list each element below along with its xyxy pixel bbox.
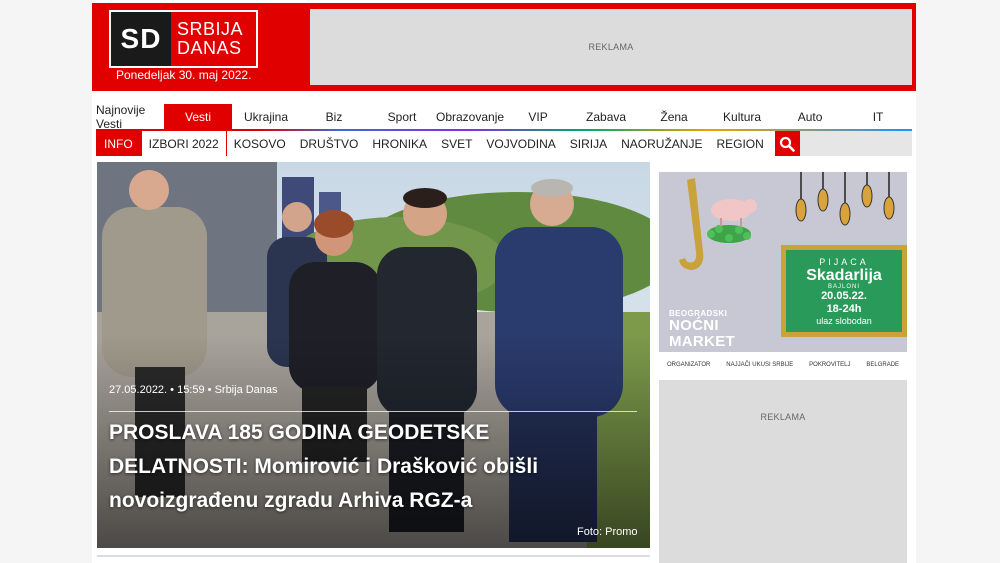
sponsor-name-1: NAJJAČI UKUSI SRBIJE	[726, 362, 794, 368]
promo-sponsor-strip: ORGANIZATOR NAJJAČI UKUSI SRBIJE POKROVI…	[659, 352, 907, 378]
promo-ad-banner[interactable]: BEOGRADSKI NOĆNI MARKET PIJACA Skadarlij…	[659, 172, 907, 378]
frame-entry-note: ulaz slobodan	[816, 315, 872, 326]
article-meta: 27.05.2022. • 15:59 • Srbija Danas	[109, 384, 278, 396]
subnav-item-svet[interactable]: SVET	[434, 131, 479, 156]
nav-item-najnovije-vesti[interactable]: Najnovije Vesti	[96, 103, 164, 131]
nav-item-sport[interactable]: Sport	[368, 104, 436, 129]
subnav-item-kosovo[interactable]: KOSOVO	[227, 131, 293, 156]
logo-word-1: SRBIJA	[177, 19, 244, 39]
sponsor-name-2: BELGRADE	[866, 362, 900, 368]
sidebar-ad[interactable]: REKLAMA	[659, 380, 907, 563]
search-input[interactable]	[799, 131, 912, 156]
nav-item-biz[interactable]: Biz	[300, 104, 368, 129]
site-logo[interactable]: SD SRBIJA DANAS	[109, 10, 258, 68]
frame-line-2: Skadarlija	[806, 266, 882, 284]
site-header: SD SRBIJA DANAS Ponedeljak 30. maj 2022.…	[92, 3, 916, 91]
nav-item-auto[interactable]: Auto	[776, 104, 844, 129]
subnav-item-sirija[interactable]: SIRIJA	[563, 131, 614, 156]
photo-credit: Foto: Promo	[577, 526, 638, 538]
ad-label: REKLAMA	[588, 42, 634, 52]
hanging-bulbs-icon	[795, 172, 895, 226]
subnav-item-hronika[interactable]: HRONIKA	[365, 131, 434, 156]
promo-title-line-1: NOĆNI	[669, 317, 719, 334]
current-date: Ponedeljak 30. maj 2022.	[116, 68, 252, 82]
sponsor-label-organizer: ORGANIZATOR	[666, 362, 711, 368]
article-divider	[109, 411, 637, 412]
subnav-item-drustvo[interactable]: DRUŠTVO	[293, 131, 366, 156]
promo-title-line-2: MARKET	[669, 333, 735, 350]
nav-item-zena[interactable]: Žena	[640, 104, 708, 129]
page-side-background-left	[0, 0, 92, 563]
subnav-item-izbori-2022[interactable]: IZBORI 2022	[140, 131, 227, 156]
subnav-item-info[interactable]: INFO	[96, 131, 141, 156]
nav-item-obrazovanje[interactable]: Obrazovanje	[436, 104, 504, 129]
secondary-nav: INFO IZBORI 2022 KOSOVO DRUŠTVO HRONIKA …	[96, 131, 912, 156]
nav-item-vip[interactable]: VIP	[504, 104, 572, 129]
page-side-background-right	[916, 0, 1000, 563]
nav-item-kultura[interactable]: Kultura	[708, 104, 776, 129]
article-title[interactable]: PROSLAVA 185 GODINA GEODETSKE DELATNOSTI…	[109, 416, 609, 518]
search-icon	[780, 136, 796, 152]
nav-item-zabava[interactable]: Zabava	[572, 104, 640, 129]
page-container: SD SRBIJA DANAS Ponedeljak 30. maj 2022.…	[92, 0, 916, 563]
frame-event-time: 18-24h	[826, 302, 862, 315]
nav-item-ukrajina[interactable]: Ukrajina	[232, 104, 300, 129]
search-button[interactable]	[774, 131, 800, 156]
nav-item-it[interactable]: IT	[844, 104, 912, 129]
logo-monogram: SD	[111, 12, 171, 66]
frame-event-date: 20.05.22.	[821, 289, 867, 302]
sponsor-label-patron: POKROVITELJ	[809, 362, 851, 368]
hero-article[interactable]: 27.05.2022. • 15:59 • Srbija Danas PROSL…	[97, 162, 650, 548]
nav-item-vesti[interactable]: Vesti	[164, 104, 232, 129]
promo-event-frame: PIJACA Skadarlija BAJLONI 20.05.22. 18-2…	[781, 245, 907, 337]
subnav-item-naoruzanje[interactable]: NAORUŽANJE	[614, 131, 709, 156]
frame-line-1: PIJACA	[819, 256, 869, 267]
primary-nav: Najnovije Vesti Vesti Ukrajina Biz Sport…	[96, 103, 912, 131]
promo-title-block: BEOGRADSKI NOĆNI MARKET	[669, 309, 735, 350]
subnav-item-vojvodina[interactable]: VOJVODINA	[479, 131, 562, 156]
subnav-item-region[interactable]: REGION	[709, 131, 770, 156]
ad-label: REKLAMA	[760, 412, 806, 422]
logo-wordmark: SRBIJA DANAS	[171, 12, 243, 66]
logo-word-2: DANAS	[177, 38, 242, 58]
top-banner-ad[interactable]: REKLAMA	[310, 9, 912, 85]
content-divider	[97, 555, 650, 557]
